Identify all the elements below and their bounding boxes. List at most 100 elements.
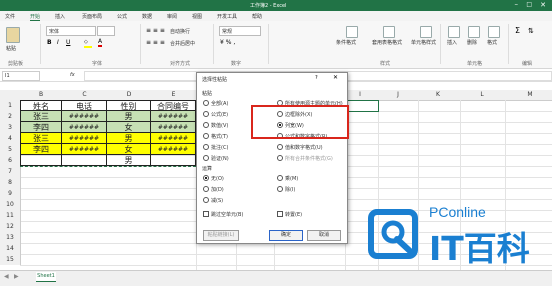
radio-paste-formulas[interactable]: 公式(E) xyxy=(203,111,228,118)
radio-paste-validation[interactable]: 验证(N) xyxy=(203,155,229,162)
row-header[interactable]: 11 xyxy=(0,210,21,221)
align-lines-icon[interactable]: ≡ ≡ ≡ xyxy=(146,27,165,34)
underline-icon[interactable]: U xyxy=(66,39,70,46)
sheet-tab[interactable]: Sheet1 xyxy=(36,272,56,282)
row-header[interactable]: 14 xyxy=(0,243,21,254)
column-header[interactable]: M xyxy=(510,91,550,98)
cell-style-button[interactable]: 单元格样式 xyxy=(411,39,436,46)
minimize-icon[interactable]: – xyxy=(515,0,519,8)
bold-icon[interactable]: B xyxy=(47,39,52,46)
delete-cells-button[interactable]: 删除 xyxy=(467,39,477,46)
row-header[interactable]: 5 xyxy=(0,144,21,155)
column-header[interactable]: B xyxy=(20,91,62,98)
tab-view[interactable]: 视图 xyxy=(192,13,202,20)
conditional-format-icon[interactable] xyxy=(346,26,358,38)
radio-values-number-formats[interactable]: 值和数字格式(U) xyxy=(277,144,323,151)
tab-insert[interactable]: 插入 xyxy=(55,13,65,20)
font-name-box[interactable]: 宋体 xyxy=(46,26,96,36)
table-cell[interactable] xyxy=(151,155,196,166)
radio-op-divide[interactable]: 除(I) xyxy=(277,186,295,193)
tab-page-layout[interactable]: 页面布局 xyxy=(82,13,102,20)
tab-file[interactable]: 文件 xyxy=(5,13,15,20)
header-cell[interactable]: 性别 xyxy=(107,100,151,111)
table-cell[interactable]: 男 xyxy=(107,111,151,122)
cancel-button[interactable]: 取消 xyxy=(307,230,341,241)
column-header[interactable]: D xyxy=(107,91,151,98)
radio-paste-comments[interactable]: 批注(C) xyxy=(203,144,228,151)
close-icon[interactable]: ✕ xyxy=(333,74,338,81)
font-color-icon[interactable]: A xyxy=(98,38,103,47)
insert-cells-icon[interactable] xyxy=(448,26,460,38)
row-header[interactable]: 13 xyxy=(0,232,21,243)
currency-icon[interactable]: ¥ % , xyxy=(220,39,235,46)
close-icon[interactable]: ✕ xyxy=(540,1,546,9)
table-cell[interactable]: ###### xyxy=(62,133,107,144)
table-cell[interactable]: ###### xyxy=(151,133,196,144)
table-format-icon[interactable] xyxy=(383,26,395,38)
fx-icon[interactable]: fx xyxy=(70,72,75,78)
table-format-button[interactable]: 套用表格格式 xyxy=(372,39,402,46)
radio-paste-formats[interactable]: 格式(T) xyxy=(203,133,228,140)
name-box[interactable]: I1 xyxy=(2,71,40,81)
column-header[interactable]: C xyxy=(62,91,107,98)
prev-sheet-icon[interactable]: ◀ xyxy=(4,273,9,280)
tab-formulas[interactable]: 公式 xyxy=(117,13,127,20)
paste-link-button[interactable]: 粘贴链接(L) xyxy=(203,230,239,241)
column-header[interactable]: E xyxy=(151,91,196,98)
paste-icon[interactable] xyxy=(6,27,20,43)
align-center-icon[interactable]: ≡ ≡ ≡ xyxy=(146,39,165,46)
radio-paste-all[interactable]: 全部(A) xyxy=(203,100,228,107)
table-cell[interactable]: ###### xyxy=(62,111,107,122)
row-header[interactable]: 1 xyxy=(0,100,21,111)
number-format-box[interactable]: 常规 xyxy=(219,26,261,36)
table-cell[interactable]: 女 xyxy=(107,122,151,133)
column-header[interactable]: I xyxy=(345,91,375,98)
radio-op-multiply[interactable]: 乘(M) xyxy=(277,175,298,182)
help-icon[interactable]: ? xyxy=(315,75,318,81)
maximize-icon[interactable]: □ xyxy=(526,1,532,8)
wrap-text-button[interactable]: 自动换行 xyxy=(170,28,190,35)
header-cell[interactable]: 姓名 xyxy=(20,100,62,111)
header-cell[interactable]: 电话 xyxy=(62,100,107,111)
cell-style-icon[interactable] xyxy=(420,26,432,38)
sum-icon[interactable]: Σ xyxy=(515,26,520,35)
table-cell[interactable]: ###### xyxy=(62,122,107,133)
table-cell[interactable] xyxy=(62,155,107,166)
tab-review[interactable]: 审阅 xyxy=(167,13,177,20)
skip-blanks-checkbox[interactable]: 跳过空单元(B) xyxy=(203,211,243,218)
ok-button[interactable]: 确定 xyxy=(269,230,303,241)
table-cell[interactable]: 男 xyxy=(107,133,151,144)
row-header[interactable]: 2 xyxy=(0,111,21,122)
table-cell[interactable]: ###### xyxy=(151,122,196,133)
table-cell[interactable]: 男 xyxy=(107,155,151,166)
table-cell[interactable]: ###### xyxy=(62,144,107,155)
table-cell[interactable]: 李四 xyxy=(20,144,62,155)
table-cell[interactable]: ###### xyxy=(151,111,196,122)
conditional-format-button[interactable]: 条件格式 xyxy=(336,39,356,46)
italic-icon[interactable]: I xyxy=(57,39,59,46)
row-header[interactable]: 7 xyxy=(0,166,21,177)
row-header[interactable]: 4 xyxy=(0,133,21,144)
radio-op-add[interactable]: 加(D) xyxy=(203,186,224,193)
table-cell[interactable]: 张三 xyxy=(20,133,62,144)
transpose-checkbox[interactable]: 转置(E) xyxy=(277,211,302,218)
tab-help[interactable]: 帮助 xyxy=(252,13,262,20)
radio-paste-values[interactable]: 数值(V) xyxy=(203,122,228,129)
active-cell[interactable] xyxy=(345,100,379,112)
table-cell[interactable]: ###### xyxy=(151,144,196,155)
table-cell[interactable] xyxy=(20,155,62,166)
format-cells-icon[interactable] xyxy=(488,26,500,38)
row-header[interactable]: 15 xyxy=(0,254,21,265)
row-header[interactable]: 9 xyxy=(0,188,21,199)
sort-filter-icon[interactable]: ⇅ xyxy=(528,27,534,35)
column-header[interactable]: K xyxy=(418,91,458,98)
radio-merge-conditional[interactable]: 所有合并条件格式(G) xyxy=(277,155,333,162)
table-cell[interactable]: 张三 xyxy=(20,111,62,122)
row-header[interactable]: 10 xyxy=(0,199,21,210)
fill-color-icon[interactable]: ◇ xyxy=(84,39,92,48)
next-sheet-icon[interactable]: ▶ xyxy=(14,273,19,280)
delete-cells-icon[interactable] xyxy=(468,26,480,38)
table-cell[interactable]: 李四 xyxy=(20,122,62,133)
font-size-box[interactable] xyxy=(97,26,115,36)
insert-cells-button[interactable]: 插入 xyxy=(447,39,457,46)
